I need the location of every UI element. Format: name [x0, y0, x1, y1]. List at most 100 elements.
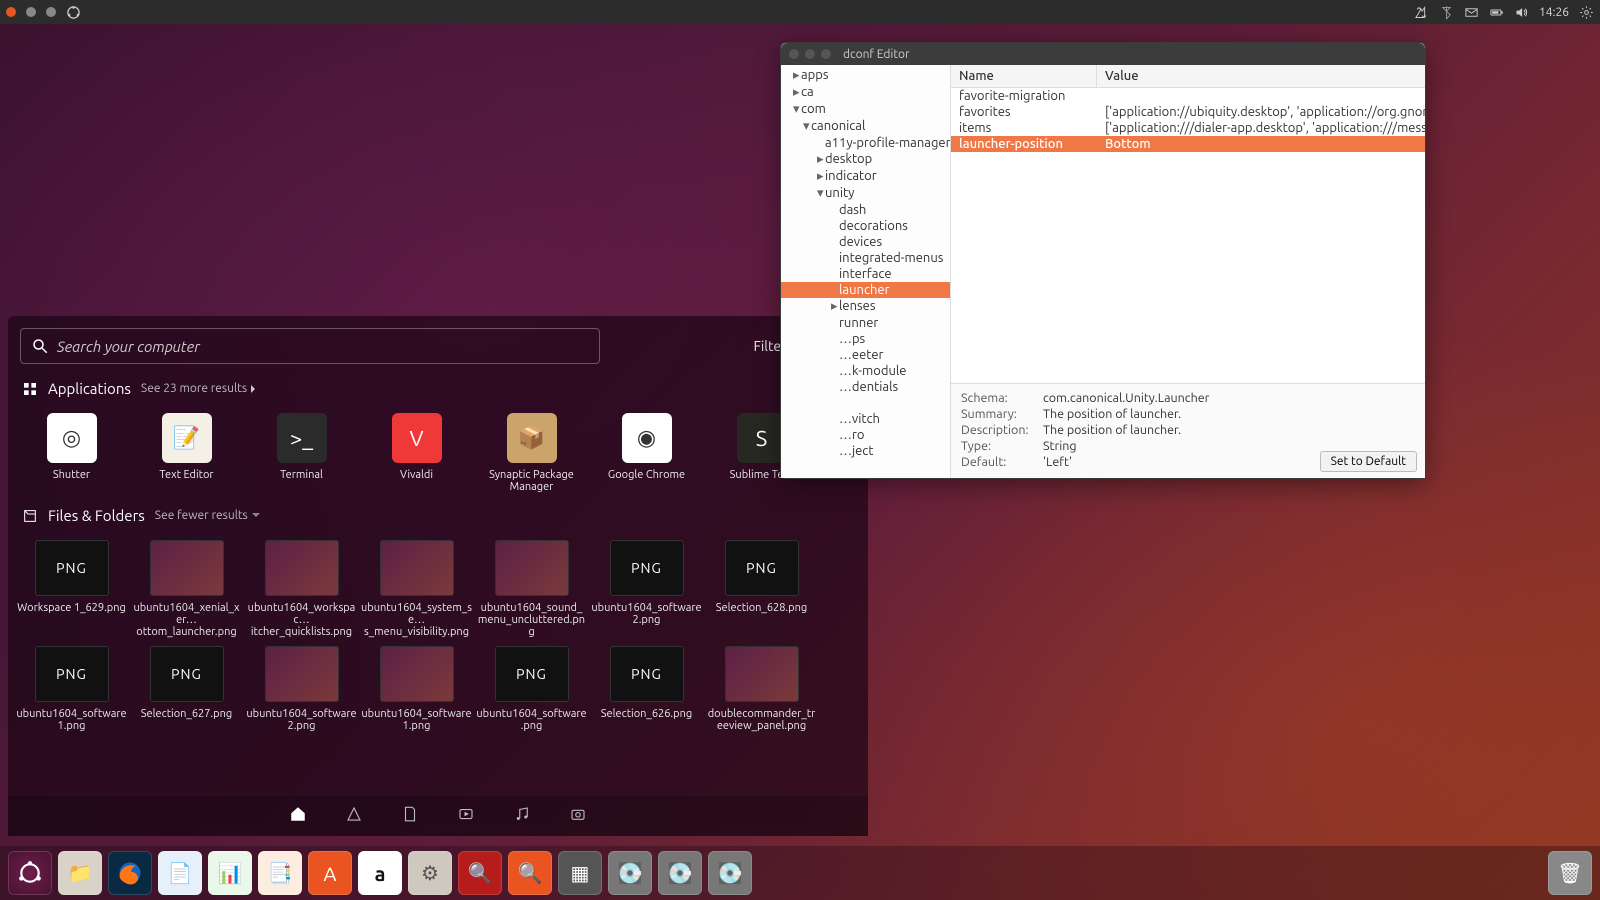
kv-row[interactable]: favorites['application://ubiquity.deskto… — [951, 104, 1425, 120]
tree-node[interactable]: …ps — [781, 331, 950, 347]
dconf-maximize-button[interactable] — [821, 49, 831, 59]
scope-home[interactable] — [289, 805, 307, 827]
launcher-settings[interactable]: ⚙ — [408, 851, 452, 895]
tree-node[interactable]: dash — [781, 202, 950, 218]
file-item[interactable]: ubuntu1604_workspac…itcher_quicklists.pn… — [244, 536, 359, 642]
dash-search-box[interactable] — [20, 328, 600, 364]
launcher-calc[interactable]: 📊 — [208, 851, 252, 895]
tree-node[interactable]: ▸desktop — [781, 151, 950, 168]
launcher-help[interactable]: 🔍 — [508, 851, 552, 895]
launcher-workspace[interactable]: ▦ — [558, 851, 602, 895]
window-maximize-button[interactable] — [46, 7, 56, 17]
file-item[interactable]: PNGWorkspace 1_629.png — [14, 536, 129, 642]
file-item[interactable]: PNGubuntu1604_software1.png — [14, 642, 129, 736]
gear-icon[interactable] — [1579, 5, 1594, 20]
ubuntu-logo-icon — [66, 5, 81, 20]
tree-node[interactable]: ▸lenses — [781, 298, 950, 315]
tree-node[interactable]: integrated-menus — [781, 250, 950, 266]
battery-icon[interactable] — [1489, 5, 1504, 20]
applications-icon — [22, 381, 38, 397]
kv-row[interactable]: items['application:///dialer-app.desktop… — [951, 120, 1425, 136]
kv-row[interactable]: favorite-migration — [951, 88, 1425, 104]
file-item[interactable]: ubuntu1604_sound_menu_uncluttered.png — [474, 536, 589, 642]
dconf-close-button[interactable] — [789, 49, 799, 59]
tree-node[interactable]: …ject — [781, 443, 950, 459]
tree-node[interactable]: ▸indicator — [781, 168, 950, 185]
tree-node[interactable] — [781, 395, 950, 411]
tree-node[interactable]: decorations — [781, 218, 950, 234]
apps-more-link[interactable]: See 23 more results — [141, 382, 259, 395]
file-item[interactable]: PNGSelection_628.png — [704, 536, 819, 642]
file-item[interactable]: PNGSelection_627.png — [129, 642, 244, 736]
tree-node[interactable]: devices — [781, 234, 950, 250]
clock[interactable]: 14:26 — [1539, 6, 1569, 19]
dconf-tree[interactable]: ▸apps▸ca▾com▾canonicala11y-profile-manag… — [781, 65, 951, 478]
tree-node[interactable]: ▾com — [781, 101, 950, 118]
mail-icon[interactable] — [1464, 5, 1479, 20]
files-more-link[interactable]: See fewer results — [155, 509, 260, 522]
scope-applications[interactable] — [345, 805, 363, 827]
tree-node[interactable]: a11y-profile-manager — [781, 135, 950, 151]
search-icon — [31, 337, 49, 355]
tree-node[interactable]: ▸ca — [781, 84, 950, 101]
tree-node[interactable]: …vitch — [781, 411, 950, 427]
volume-icon[interactable] — [1514, 5, 1529, 20]
dconf-title-bar[interactable]: dconf Editor — [781, 43, 1425, 65]
launcher-trash[interactable]: 🗑 — [1548, 851, 1592, 895]
app-item[interactable]: ◎Shutter — [14, 409, 129, 497]
tree-node[interactable]: interface — [781, 266, 950, 282]
scope-music[interactable] — [513, 805, 531, 827]
dash-search-input[interactable] — [57, 338, 589, 355]
launcher-drive-2[interactable]: 💽 — [658, 851, 702, 895]
bluetooth-icon[interactable] — [1439, 5, 1454, 20]
window-minimize-button[interactable] — [26, 7, 36, 17]
set-to-default-button[interactable]: Set to Default — [1320, 451, 1417, 472]
files-grid: PNGWorkspace 1_629.pngubuntu1604_xenial_… — [8, 528, 868, 742]
dconf-detail-panel: Schema:com.canonical.Unity.Launcher Summ… — [951, 383, 1425, 478]
file-item[interactable]: ubuntu1604_software1.png — [359, 642, 474, 736]
files-header: Files & Folders — [48, 507, 145, 524]
dconf-table-body[interactable]: favorite-migrationfavorites['application… — [951, 88, 1425, 383]
tree-node[interactable]: launcher — [781, 282, 950, 298]
scope-photos[interactable] — [569, 805, 587, 827]
file-item[interactable]: PNGubuntu1604_software.png — [474, 642, 589, 736]
app-item[interactable]: >_Terminal — [244, 409, 359, 497]
scope-video[interactable] — [457, 805, 475, 827]
tree-node[interactable]: runner — [781, 315, 950, 331]
tree-node[interactable]: …eeter — [781, 347, 950, 363]
tree-node[interactable]: ▾canonical — [781, 118, 950, 135]
tree-node[interactable]: …ro — [781, 427, 950, 443]
launcher-software[interactable]: A — [308, 851, 352, 895]
app-item[interactable]: ◉Google Chrome — [589, 409, 704, 497]
app-item[interactable]: 📦Synaptic Package Manager — [474, 409, 589, 497]
file-item[interactable]: PNGSelection_626.png — [589, 642, 704, 736]
launcher-dash-button[interactable] — [8, 851, 52, 895]
tree-node[interactable]: …k-module — [781, 363, 950, 379]
file-item[interactable]: ubuntu1604_xenial_xer…ottom_launcher.png — [129, 536, 244, 642]
launcher-files[interactable]: 📁 — [58, 851, 102, 895]
app-item[interactable]: 📝Text Editor — [129, 409, 244, 497]
file-item[interactable]: doublecommander_treeview_panel.png — [704, 642, 819, 736]
col-value[interactable]: Value — [1097, 65, 1425, 87]
kv-row[interactable]: launcher-positionBottom — [951, 136, 1425, 152]
launcher-amazon[interactable]: a — [358, 851, 402, 895]
launcher-viewer[interactable]: 🔍 — [458, 851, 502, 895]
launcher-firefox[interactable] — [108, 851, 152, 895]
launcher-writer[interactable]: 📄 — [158, 851, 202, 895]
tree-node[interactable]: ▾unity — [781, 185, 950, 202]
tree-node[interactable]: ▸apps — [781, 67, 950, 84]
col-name[interactable]: Name — [951, 65, 1097, 87]
window-close-button[interactable] — [6, 7, 16, 17]
app-item[interactable]: VVivaldi — [359, 409, 474, 497]
tree-node[interactable]: …dentials — [781, 379, 950, 395]
dconf-minimize-button[interactable] — [805, 49, 815, 59]
network-icon[interactable] — [1414, 5, 1429, 20]
launcher-drive-3[interactable]: 💽 — [708, 851, 752, 895]
file-item[interactable]: PNGubuntu1604_software2.png — [589, 536, 704, 642]
scope-files[interactable] — [401, 805, 419, 827]
file-item[interactable]: ubuntu1604_software2.png — [244, 642, 359, 736]
launcher-impress[interactable]: 📑 — [258, 851, 302, 895]
launcher-drive-1[interactable]: 💽 — [608, 851, 652, 895]
unity-launcher: 📁 📄 📊 📑 A a ⚙ 🔍 🔍 ▦ 💽 💽 💽 🗑 — [0, 846, 1600, 900]
file-item[interactable]: ubuntu1604_system_se…s_menu_visibility.p… — [359, 536, 474, 642]
